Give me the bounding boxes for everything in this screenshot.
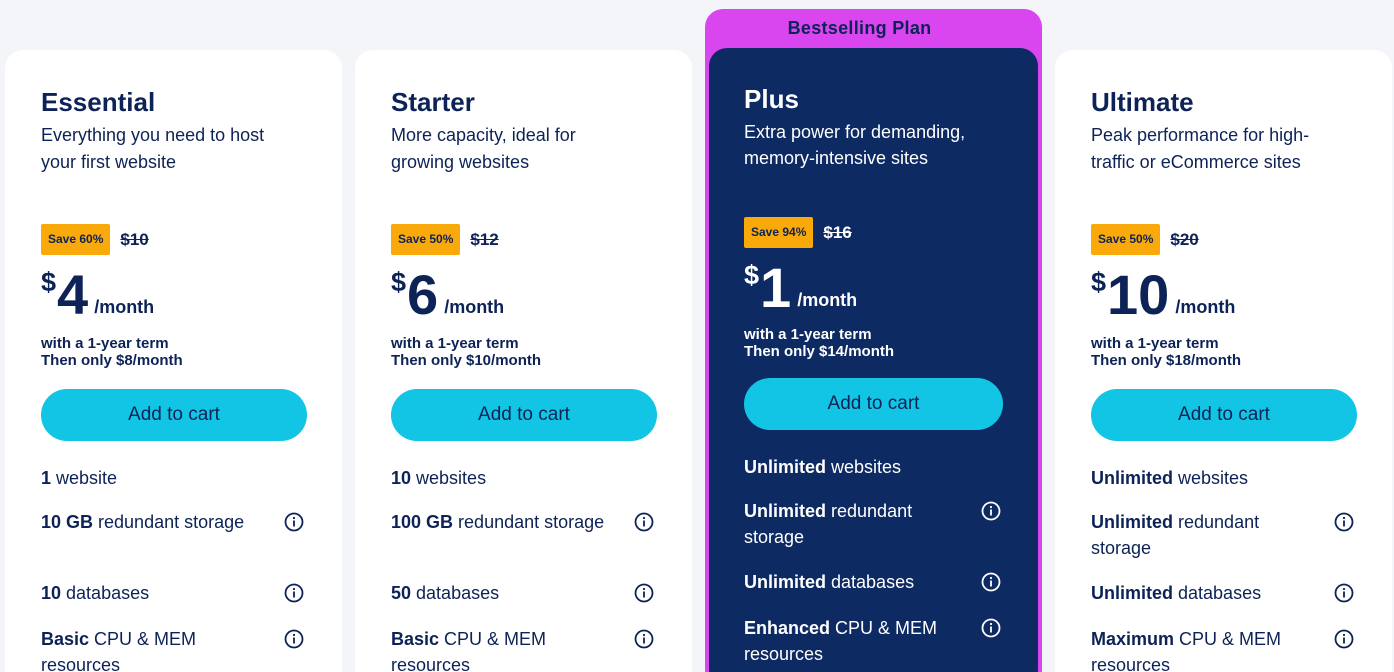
original-price: $16 — [823, 222, 852, 242]
feature-storage: 100 GB redundant storage — [391, 509, 656, 580]
feature-list: Unlimited websites Unlimited redundant s… — [744, 454, 1003, 667]
price-amount: 1 — [760, 256, 792, 319]
info-circle-icon[interactable] — [1334, 629, 1354, 649]
info-circle-icon[interactable] — [981, 572, 1001, 592]
plan-card-plus: Plus Extra power for demanding, memory-i… — [709, 48, 1038, 672]
feature-storage: Unlimited redundant storage — [1091, 509, 1356, 580]
price-period: /month — [94, 297, 155, 317]
feature-storage: 10 GB redundant storage — [41, 509, 306, 580]
info-circle-icon[interactable] — [1334, 583, 1354, 603]
plan-description: Peak performance for high-traffic or eCo… — [1091, 125, 1310, 172]
renewal-price: Then only $8/month — [41, 352, 183, 369]
feature-resources: Basic CPU & MEM resources — [391, 626, 656, 672]
price-period: /month — [444, 297, 505, 317]
feature-list: Unlimited websites Unlimited redundant s… — [1091, 465, 1356, 672]
price-amount: 4 — [57, 263, 89, 326]
currency-symbol: $ — [1091, 267, 1107, 297]
feature-storage: Unlimited redundant storage — [744, 498, 1003, 569]
discount-row: Save 60% $10 — [41, 224, 306, 255]
info-circle-icon[interactable] — [284, 583, 304, 603]
term-info: with a 1-year term Then only $14/month — [744, 326, 1003, 360]
save-badge: Save 94% — [744, 217, 814, 248]
discount-row: Save 94% $16 — [744, 217, 1003, 248]
renewal-price: Then only $18/month — [1091, 352, 1242, 369]
currency-symbol: $ — [744, 260, 760, 290]
term-info: with a 1-year term Then only $10/month — [391, 335, 656, 369]
feature-resources: Maximum CPU & MEM resources — [1091, 626, 1356, 672]
add-to-cart-button[interactable]: Add to cart — [391, 389, 657, 441]
save-badge: Save 60% — [41, 224, 111, 255]
feature-databases: Unlimited databases — [744, 569, 1003, 615]
renewal-price: Then only $10/month — [391, 352, 542, 369]
info-circle-icon[interactable] — [634, 583, 654, 603]
add-to-cart-button[interactable]: Add to cart — [1091, 389, 1357, 441]
term-info: with a 1-year term Then only $8/month — [41, 335, 306, 369]
info-circle-icon[interactable] — [1334, 512, 1354, 532]
price: $ 4 /month — [41, 267, 306, 323]
term-length: with a 1-year term — [744, 326, 872, 343]
plan-card-starter: Starter More capacity, ideal for growing… — [355, 50, 692, 672]
term-info: with a 1-year term Then only $18/month — [1091, 335, 1356, 369]
feature-databases: 50 databases — [391, 580, 656, 626]
term-length: with a 1-year term — [1091, 335, 1219, 352]
original-price: $10 — [120, 229, 149, 249]
save-badge: Save 50% — [391, 224, 461, 255]
plan-description: Extra power for demanding, memory-intens… — [744, 122, 966, 168]
feature-websites: Unlimited websites — [1091, 468, 1249, 488]
info-circle-icon[interactable] — [981, 618, 1001, 638]
currency-symbol: $ — [41, 267, 57, 297]
term-length: with a 1-year term — [41, 335, 169, 352]
price: $ 10 /month — [1091, 267, 1356, 323]
feature-databases: Unlimited databases — [1091, 580, 1356, 626]
feature-databases: 10 databases — [41, 580, 306, 626]
price: $ 1 /month — [744, 260, 1003, 316]
feature-resources: Enhanced CPU & MEM resources — [744, 615, 1003, 667]
feature-websites: 1 website — [41, 468, 118, 488]
plan-card-ultimate: Ultimate Peak performance for high-traff… — [1055, 50, 1392, 672]
info-circle-icon[interactable] — [284, 512, 304, 532]
info-circle-icon[interactable] — [634, 512, 654, 532]
term-length: with a 1-year term — [391, 335, 519, 352]
price-period: /month — [797, 290, 858, 310]
bestselling-ribbon: Bestselling Plan — [787, 18, 932, 38]
plan-name: Essential — [41, 87, 156, 117]
add-to-cart-button[interactable]: Add to cart — [41, 389, 307, 441]
plan-name: Plus — [744, 84, 799, 114]
feature-list: 10 websites 100 GB redundant storage 50 … — [391, 465, 656, 672]
plan-card-essential: Essential Everything you need to host yo… — [5, 50, 342, 672]
currency-symbol: $ — [391, 267, 407, 297]
info-circle-icon[interactable] — [981, 501, 1001, 521]
price-period: /month — [1175, 297, 1236, 317]
renewal-price: Then only $14/month — [744, 343, 895, 360]
plan-description: Everything you need to host your first w… — [41, 125, 265, 172]
plan-name: Ultimate — [1091, 87, 1194, 117]
feature-list: 1 website 10 GB redundant storage 10 dat… — [41, 465, 306, 672]
feature-websites: Unlimited websites — [744, 457, 902, 477]
original-price: $12 — [470, 229, 499, 249]
save-badge: Save 50% — [1091, 224, 1161, 255]
discount-row: Save 50% $20 — [1091, 224, 1356, 255]
info-circle-icon[interactable] — [634, 629, 654, 649]
price-amount: 6 — [407, 263, 439, 326]
plan-description: More capacity, ideal for growing website… — [391, 125, 576, 172]
feature-resources: Basic CPU & MEM resources — [41, 626, 306, 672]
add-to-cart-button[interactable]: Add to cart — [744, 378, 1003, 430]
discount-row: Save 50% $12 — [391, 224, 656, 255]
price-amount: 10 — [1107, 263, 1170, 326]
info-circle-icon[interactable] — [284, 629, 304, 649]
price: $ 6 /month — [391, 267, 656, 323]
feature-websites: 10 websites — [391, 468, 487, 488]
original-price: $20 — [1170, 229, 1199, 249]
plan-name: Starter — [391, 87, 475, 117]
